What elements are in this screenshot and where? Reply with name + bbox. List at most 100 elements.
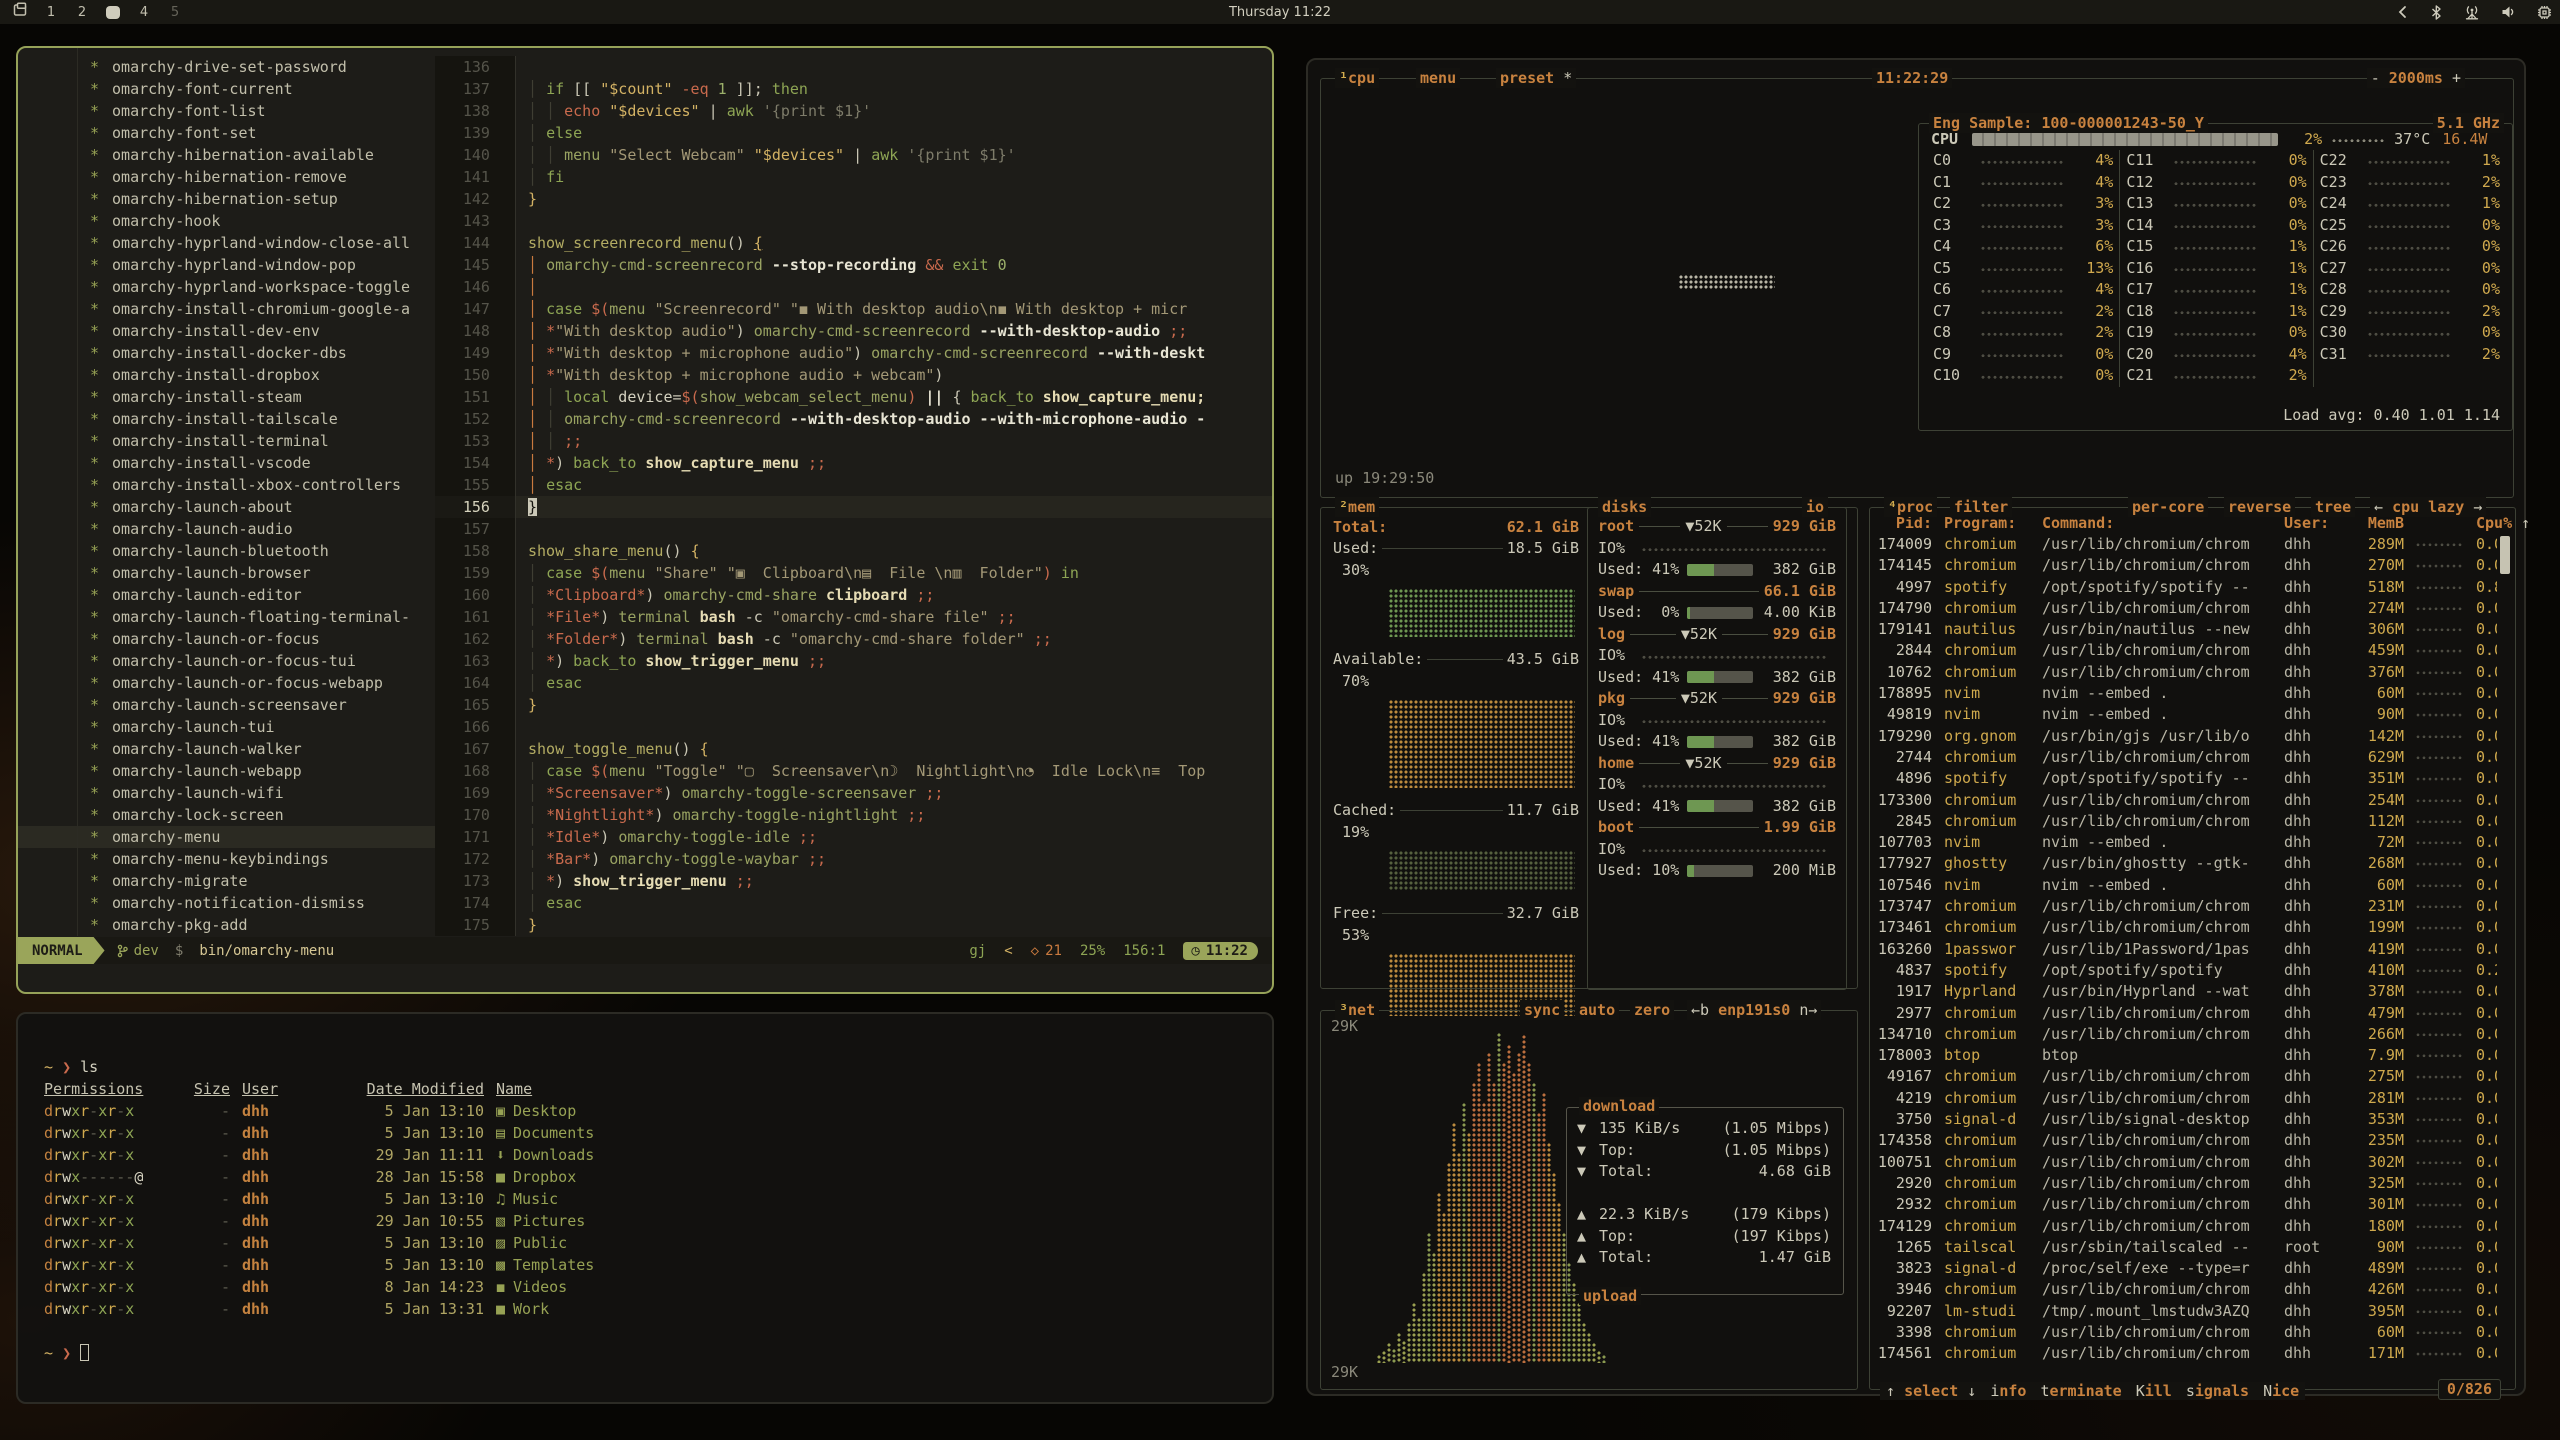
menu-button[interactable]: menu [1416, 68, 1460, 88]
proc-row[interactable]: 4896spotify/opt/spotify/spotify --dhh351… [1874, 768, 2497, 789]
proc-row[interactable]: 1265tailscal/usr/sbin/tailscaled --root9… [1874, 1237, 2497, 1258]
proc-row[interactable]: 107546nvimnvim --embed .dhh60M0.0 [1874, 875, 2497, 896]
code-line[interactable]: 150 │ *"With desktop + microphone audio … [435, 364, 1272, 386]
file-item[interactable]: *omarchy-launch-wifi [18, 782, 435, 804]
code-line[interactable]: 161 │ *File*) terminal bash -c "omarchy-… [435, 606, 1272, 628]
proc-panel-title[interactable]: ⁴proc [1884, 497, 1937, 517]
proc-reverse-button[interactable]: reverse [2224, 497, 2295, 517]
file-item[interactable]: *omarchy-launch-editor [18, 584, 435, 606]
code-line[interactable]: 173 │ *) show_trigger_menu ;; [435, 870, 1272, 892]
io-toggle[interactable]: io [1802, 497, 1828, 517]
net-sync-button[interactable]: sync [1520, 1000, 1564, 1020]
proc-row[interactable]: 3823signal-d/proc/self/exe --type=rdhh48… [1874, 1258, 2497, 1279]
code-line[interactable]: 145 │ omarchy-cmd-screenrecord --stop-re… [435, 254, 1272, 276]
file-item[interactable]: *omarchy-install-xbox-controllers [18, 474, 435, 496]
workspace-1[interactable]: 1 [44, 5, 58, 20]
code-line[interactable]: 143 [435, 210, 1272, 232]
proc-row[interactable]: 107703nvimnvim --embed .dhh72M0.0 [1874, 832, 2497, 853]
code-line[interactable]: 157 [435, 518, 1272, 540]
proc-percore-button[interactable]: per-core [2128, 497, 2208, 517]
code-line[interactable]: 140 │ │ menu "Select Webcam" "$devices" … [435, 144, 1272, 166]
code-line[interactable]: 162 │ *Folder*) terminal bash -c "omarch… [435, 628, 1272, 650]
code-line[interactable]: 167 show_toggle_menu() { [435, 738, 1272, 760]
code-line[interactable]: 160 │ *Clipboard*) omarchy-cmd-share cli… [435, 584, 1272, 606]
file-item[interactable]: *omarchy-launch-audio [18, 518, 435, 540]
proc-row[interactable]: 2932chromium/usr/lib/chromium/chromdhh30… [1874, 1194, 2497, 1215]
code-line[interactable]: 174 │ esac [435, 892, 1272, 914]
file-item[interactable]: *omarchy-migrate [18, 870, 435, 892]
proc-row[interactable]: 174145chromium/usr/lib/chromium/chromdhh… [1874, 555, 2497, 576]
net-auto-button[interactable]: auto [1575, 1000, 1619, 1020]
file-item[interactable]: *omarchy-drive-set-password [18, 56, 435, 78]
file-item[interactable]: *omarchy-hibernation-setup [18, 188, 435, 210]
proc-row[interactable]: 1917Hyprland/usr/bin/Hyprland --watdhh37… [1874, 981, 2497, 1002]
code-line[interactable]: 169 │ *Screensaver*) omarchy-toggle-scre… [435, 782, 1272, 804]
code-line[interactable]: 136 [435, 56, 1272, 78]
code-line[interactable]: 144 show_screenrecord_menu() { [435, 232, 1272, 254]
proc-row[interactable]: 134710chromium/usr/lib/chromium/chromdhh… [1874, 1024, 2497, 1045]
proc-row[interactable]: 179290org.gnom/usr/bin/gjs /usr/lib/odhh… [1874, 726, 2497, 747]
file-item[interactable]: *omarchy-launch-tui [18, 716, 435, 738]
file-item[interactable]: *omarchy-launch-or-focus-webapp [18, 672, 435, 694]
proc-row[interactable]: 2977chromium/usr/lib/chromium/chromdhh47… [1874, 1003, 2497, 1024]
file-item[interactable]: *omarchy-pkg-add [18, 914, 435, 936]
code-line[interactable]: 168 │ case $(menu "Toggle" "▢ Screensave… [435, 760, 1272, 782]
chip-icon[interactable] [2537, 5, 2552, 20]
proc-row[interactable]: 2744chromium/usr/lib/chromium/chromdhh62… [1874, 747, 2497, 768]
proc-row[interactable]: 92207lm-studi/tmp/.mount_lmstudw3AZQdhh3… [1874, 1301, 2497, 1322]
file-item[interactable]: *omarchy-notification-dismiss [18, 892, 435, 914]
proc-row[interactable]: 2845chromium/usr/lib/chromium/chromdhh11… [1874, 811, 2497, 832]
proc-scrollbar[interactable] [2500, 536, 2510, 574]
code-line[interactable]: 155 │ esac [435, 474, 1272, 496]
code-line[interactable]: 149 │ *"With desktop + microphone audio"… [435, 342, 1272, 364]
file-item[interactable]: *omarchy-menu-keybindings [18, 848, 435, 870]
proc-row[interactable]: 100751chromium/usr/lib/chromium/chromdhh… [1874, 1152, 2497, 1173]
file-item[interactable]: *omarchy-hyprland-window-close-all [18, 232, 435, 254]
proc-row[interactable]: 174790chromium/usr/lib/chromium/chromdhh… [1874, 598, 2497, 619]
code-line[interactable]: 172 │ *Bar*) omarchy-toggle-waybar ;; [435, 848, 1272, 870]
volume-icon[interactable] [2501, 5, 2517, 19]
terminal-prompt[interactable]: ~ ❯ [44, 1342, 1272, 1364]
file-item[interactable]: *omarchy-install-vscode [18, 452, 435, 474]
chevron-left-icon[interactable] [2396, 5, 2410, 19]
code-line[interactable]: 170 │ *Nightlight*) omarchy-toggle-night… [435, 804, 1272, 826]
proc-row[interactable]: 174009chromium/usr/lib/chromium/chromdhh… [1874, 534, 2497, 555]
code-line[interactable]: 141 │ fi [435, 166, 1272, 188]
proc-row[interactable]: 179141nautilus/usr/bin/nautilus --newdhh… [1874, 619, 2497, 640]
proc-row[interactable]: 3946chromium/usr/lib/chromium/chromdhh42… [1874, 1279, 2497, 1300]
proc-filter-button[interactable]: filter [1950, 497, 2012, 517]
file-item[interactable]: *omarchy-hook [18, 210, 435, 232]
file-item[interactable]: *omarchy-launch-walker [18, 738, 435, 760]
net-interface-switch[interactable]: ←b enp191s0 n→ [1687, 1000, 1821, 1020]
proc-row[interactable]: 173300chromium/usr/lib/chromium/chromdhh… [1874, 790, 2497, 811]
code-line[interactable]: 159 │ case $(menu "Share" "▣ Clipboard\n… [435, 562, 1272, 584]
proc-row[interactable]: 10762chromium/usr/lib/chromium/chromdhh3… [1874, 662, 2497, 683]
proc-row[interactable]: 173747chromium/usr/lib/chromium/chromdhh… [1874, 896, 2497, 917]
proc-row[interactable]: 2920chromium/usr/lib/chromium/chromdhh32… [1874, 1173, 2497, 1194]
net-zero-button[interactable]: zero [1630, 1000, 1674, 1020]
workspace-5[interactable]: 5 [168, 5, 182, 20]
file-item[interactable]: *omarchy-launch-screensaver [18, 694, 435, 716]
proc-row[interactable]: 2844chromium/usr/lib/chromium/chromdhh45… [1874, 640, 2497, 661]
mem-panel-title[interactable]: ²mem [1335, 497, 1379, 517]
code-line[interactable]: 163 │ *) back_to show_trigger_menu ;; [435, 650, 1272, 672]
code-line[interactable]: 166 [435, 716, 1272, 738]
code-line[interactable]: 175 } [435, 914, 1272, 936]
code-line[interactable]: 151 │ │ local device=$(show_webcam_selec… [435, 386, 1272, 408]
proc-row[interactable]: 177927ghostty/usr/bin/ghostty --gtk-dhh2… [1874, 853, 2497, 874]
file-item[interactable]: *omarchy-hyprland-window-pop [18, 254, 435, 276]
file-item[interactable]: *omarchy-launch-or-focus [18, 628, 435, 650]
terminal-prompt[interactable]: ~ ❯ ls [44, 1056, 1272, 1078]
code-line[interactable]: 153 │ │ ;; [435, 430, 1272, 452]
code-line[interactable]: 158 show_share_menu() { [435, 540, 1272, 562]
code-line[interactable]: 154 │ *) back_to show_capture_menu ;; [435, 452, 1272, 474]
proc-sort-switch[interactable]: ← cpu lazy → [2370, 497, 2486, 517]
file-item[interactable]: *omarchy-hibernation-remove [18, 166, 435, 188]
proc-row[interactable]: 4219chromium/usr/lib/chromium/chromdhh28… [1874, 1088, 2497, 1109]
code-line[interactable]: 165 } [435, 694, 1272, 716]
file-item[interactable]: *omarchy-menu [18, 826, 435, 848]
code-line[interactable]: 152 │ │ omarchy-cmd-screenrecord --with-… [435, 408, 1272, 430]
code-line[interactable]: 146 │ [435, 276, 1272, 298]
proc-terminate-button[interactable]: terminate [2040, 1382, 2121, 1400]
proc-signals-button[interactable]: signals [2186, 1382, 2249, 1400]
